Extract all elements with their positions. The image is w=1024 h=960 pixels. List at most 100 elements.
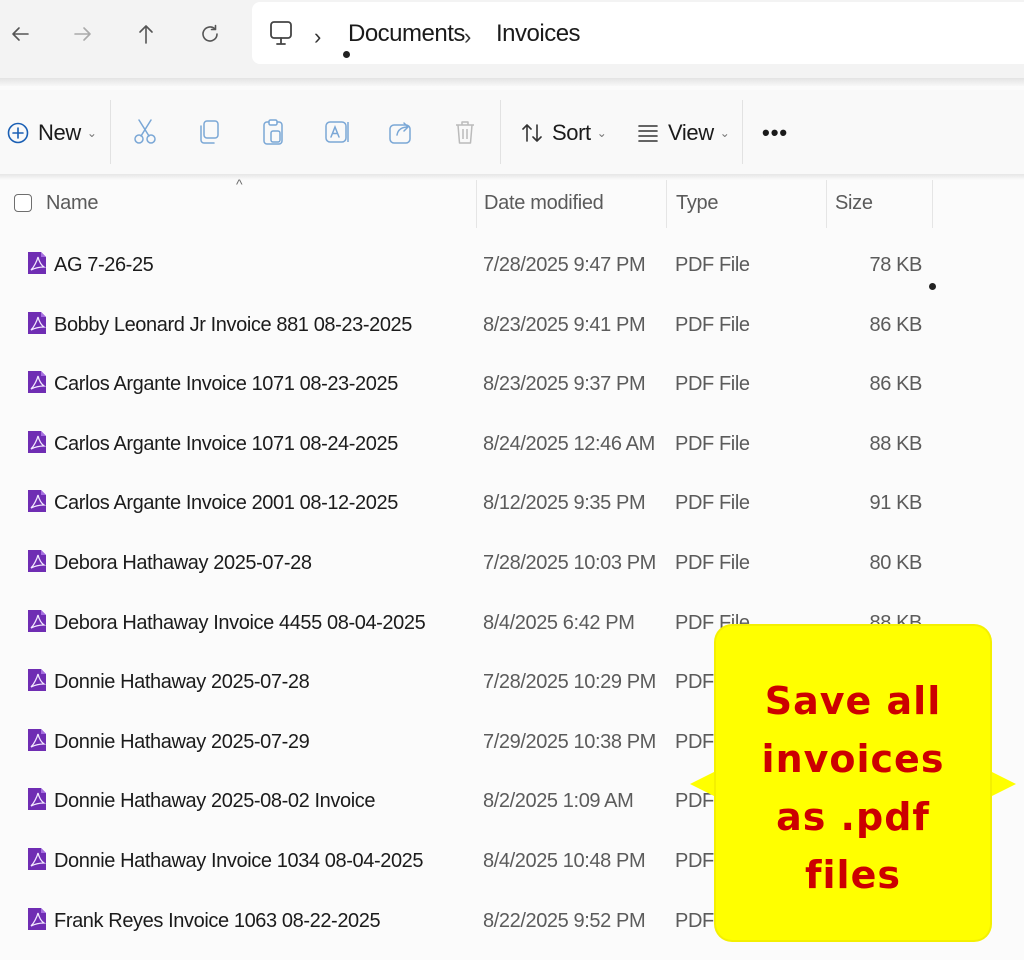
file-row[interactable]: Carlos Argante Invoice 2001 08-12-2025 8/… xyxy=(0,476,1024,536)
copy-button[interactable] xyxy=(191,114,227,150)
file-name: Donnie Hathaway 2025-07-28 xyxy=(54,671,310,694)
file-name: Debora Hathaway Invoice 4455 08-04-2025 xyxy=(54,611,426,634)
file-date-modified: 8/4/2025 10:48 PM xyxy=(483,849,646,872)
file-type: PDF File xyxy=(675,254,750,276)
column-header-name[interactable]: Name xyxy=(46,192,98,215)
refresh-button[interactable] xyxy=(190,14,230,54)
column-resize-handle[interactable] xyxy=(932,180,933,228)
file-row[interactable]: Carlos Argante Invoice 1071 08-24-2025 8/… xyxy=(0,417,1024,477)
clipboard-icon xyxy=(263,119,283,145)
divider xyxy=(110,100,111,164)
breadcrumb[interactable]: › Documents › Invoices xyxy=(252,2,1024,64)
arrow-left-icon xyxy=(12,27,29,41)
file-size: 86 KB xyxy=(869,373,923,396)
command-bar: New ⌄ Sort ⌄ View ⌄ ••• xyxy=(0,90,1024,176)
divider xyxy=(500,100,501,164)
rename-button[interactable] xyxy=(319,114,355,150)
column-header-size[interactable]: Size xyxy=(835,192,873,215)
mouse-cursor xyxy=(929,283,936,290)
breadcrumb-item-invoices[interactable]: Invoices xyxy=(496,20,581,48)
breadcrumb-separator: › xyxy=(314,24,322,49)
column-resize-handle[interactable] xyxy=(666,180,667,228)
callout-text: Save all invoices as .pdf files xyxy=(716,672,990,904)
sort-icon xyxy=(522,124,542,142)
trash-icon xyxy=(456,121,474,144)
column-header-date-modified[interactable]: Date modified xyxy=(484,192,604,215)
cut-button[interactable] xyxy=(127,114,163,150)
file-size: 78 KB xyxy=(869,254,923,276)
select-all-checkbox[interactable] xyxy=(14,194,32,212)
delete-button[interactable] xyxy=(447,114,483,150)
chevron-down-icon: ⌄ xyxy=(719,126,730,140)
paste-button[interactable] xyxy=(255,114,291,150)
divider xyxy=(0,78,1024,86)
pdf-file-icon xyxy=(28,252,47,274)
copy-icon xyxy=(200,120,219,144)
arrow-up-icon xyxy=(139,25,153,44)
callout-line: Save all xyxy=(764,679,942,723)
chevron-down-icon: ⌄ xyxy=(596,126,607,140)
pdf-file-icon xyxy=(28,788,47,811)
file-date-modified: 8/24/2025 12:46 AM xyxy=(483,432,655,455)
file-row[interactable]: Carlos Argante Invoice 1071 08-23-2025 8/… xyxy=(0,357,1024,417)
back-button[interactable] xyxy=(0,14,40,54)
file-size: 80 KB xyxy=(869,551,923,574)
pdf-file-icon xyxy=(28,609,47,632)
file-date-modified: 8/22/2025 9:52 PM xyxy=(483,909,646,932)
up-button[interactable] xyxy=(126,14,166,54)
callout-line: files xyxy=(805,853,901,897)
share-icon xyxy=(389,122,411,144)
file-name: Bobby Leonard Jr Invoice 881 08-23-2025 xyxy=(54,313,412,336)
annotation-callout: Save all invoices as .pdf files xyxy=(716,626,990,940)
file-type: PDF File xyxy=(675,313,750,336)
column-resize-handle[interactable] xyxy=(476,180,477,228)
forward-button[interactable] xyxy=(63,14,103,54)
file-date-modified: 8/23/2025 9:37 PM xyxy=(483,373,646,396)
file-date-modified: 7/28/2025 10:29 PM xyxy=(483,671,656,694)
pdf-file-icon xyxy=(28,311,47,334)
file-type: PDF File xyxy=(675,492,750,515)
column-header-type[interactable]: Type xyxy=(676,192,718,215)
share-button[interactable] xyxy=(383,114,419,150)
file-row[interactable]: Debora Hathaway 2025-07-28 7/28/2025 10:0… xyxy=(0,536,1024,596)
view-button[interactable]: View ⌄ xyxy=(636,116,730,150)
breadcrumb-separator: › xyxy=(464,24,472,49)
chevron-down-icon: ⌄ xyxy=(86,126,97,140)
view-list-icon xyxy=(638,125,658,142)
callout-pointer xyxy=(988,770,1016,798)
file-name: Donnie Hathaway 2025-07-29 xyxy=(54,730,310,753)
file-name: Carlos Argante Invoice 2001 08-12-2025 xyxy=(54,492,398,515)
file-name: Donnie Hathaway Invoice 1034 08-04-2025 xyxy=(54,849,424,872)
refresh-icon xyxy=(202,24,218,42)
file-name: Donnie Hathaway 2025-08-02 Invoice xyxy=(54,790,376,813)
divider xyxy=(742,100,743,164)
sort-button[interactable]: Sort ⌄ xyxy=(520,116,607,150)
file-row[interactable]: Bobby Leonard Jr Invoice 881 08-23-2025 8… xyxy=(0,298,1024,358)
file-date-modified: 7/28/2025 9:47 PM xyxy=(483,254,646,276)
pdf-file-icon xyxy=(28,847,47,870)
pdf-file-icon xyxy=(28,549,47,572)
file-date-modified: 7/29/2025 10:38 PM xyxy=(483,730,656,753)
rename-icon xyxy=(325,121,349,143)
file-size: 86 KB xyxy=(869,313,923,336)
more-options-button[interactable]: ••• xyxy=(762,116,788,150)
file-size: 88 KB xyxy=(869,432,923,455)
file-date-modified: 8/4/2025 6:42 PM xyxy=(483,611,635,634)
file-row[interactable]: AG 7-26-25 7/28/2025 9:47 PM PDF File 78 KB xyxy=(0,238,1024,298)
pdf-file-icon xyxy=(28,430,47,453)
column-resize-handle[interactable] xyxy=(826,180,827,228)
breadcrumb-item-documents[interactable]: Documents xyxy=(348,20,465,48)
pdf-file-icon xyxy=(28,728,47,751)
pdf-file-icon xyxy=(28,669,47,692)
callout-pointer xyxy=(690,770,718,798)
pdf-file-icon xyxy=(28,907,47,930)
file-date-modified: 8/23/2025 9:41 PM xyxy=(483,313,646,336)
file-date-modified: 8/12/2025 9:35 PM xyxy=(483,492,646,515)
callout-line: as .pdf xyxy=(776,795,930,839)
computer-icon xyxy=(270,21,292,45)
column-header-row: ^ Name Date modified Type Size xyxy=(0,176,1024,228)
new-button[interactable]: New ⌄ xyxy=(6,116,97,150)
file-size: 91 KB xyxy=(869,492,923,515)
file-name: Carlos Argante Invoice 1071 08-24-2025 xyxy=(54,432,398,455)
sort-ascending-icon: ^ xyxy=(236,176,243,192)
